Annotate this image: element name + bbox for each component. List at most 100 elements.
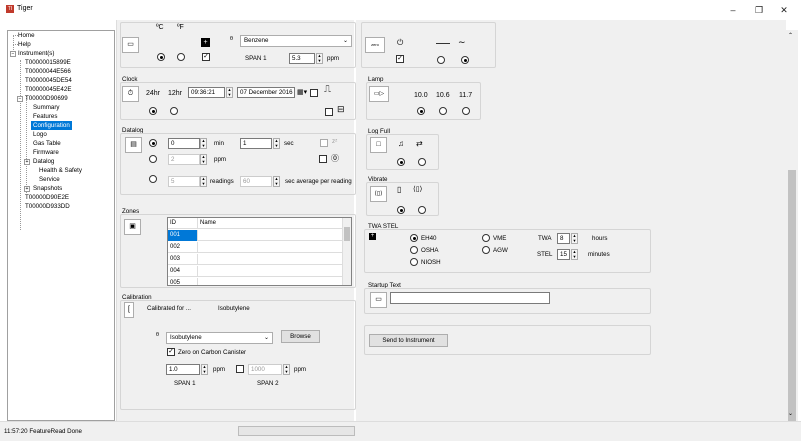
scroll-up-icon[interactable]: ⌃ xyxy=(788,32,793,39)
tree-item-snapshots[interactable]: Snapshots xyxy=(33,184,62,193)
units-icon[interactable]: ▭ xyxy=(122,37,139,53)
tree-item-instrument[interactable]: T00000D90E2E xyxy=(25,193,69,202)
startup-text-input[interactable] xyxy=(390,292,550,304)
zone-id-cell[interactable]: 005 xyxy=(168,278,198,285)
zones-grid[interactable]: ID Name 001 002 003 004 005 xyxy=(167,217,352,286)
zero-checkbox[interactable]: ✓ xyxy=(396,55,404,63)
tree-item-configuration[interactable]: Configuration xyxy=(31,121,72,130)
span2-checkbox[interactable] xyxy=(236,365,244,373)
table-row[interactable]: 004 xyxy=(168,266,351,277)
zone-name-cell[interactable] xyxy=(198,254,343,265)
lamp-10-0-radio[interactable] xyxy=(417,107,425,115)
zones-icon[interactable]: ▣ xyxy=(124,219,141,235)
12hr-radio[interactable] xyxy=(170,107,178,115)
zone-name-cell[interactable] xyxy=(198,242,343,253)
zone-name-cell[interactable] xyxy=(198,230,343,241)
lamp-11-7-radio[interactable] xyxy=(462,107,470,115)
cal-span1-input[interactable]: 1.0 xyxy=(166,364,200,375)
stel-spinner[interactable]: ▲ ▼ xyxy=(571,249,578,260)
tree-item-summary[interactable]: Summary xyxy=(33,103,59,112)
calibration-icon[interactable]: [ xyxy=(124,302,134,318)
twa-spinner[interactable]: ▲ ▼ xyxy=(571,233,578,244)
niosh-radio[interactable] xyxy=(410,258,418,266)
cal-span2-input[interactable]: 1000 xyxy=(248,364,282,375)
tree-item-service[interactable]: Service xyxy=(39,175,60,184)
zone-name-cell[interactable] xyxy=(198,266,343,277)
zones-scrollbar[interactable] xyxy=(342,218,351,285)
zone-id-cell[interactable]: 003 xyxy=(168,254,198,265)
vme-radio[interactable] xyxy=(482,234,490,242)
scroll-down-icon[interactable]: ⌄ xyxy=(788,410,793,417)
tree-item-instrument[interactable]: T00000D933DD xyxy=(25,202,70,211)
time-input[interactable]: 09:36:21 xyxy=(188,87,225,98)
readings-spinner[interactable]: ▲ ▼ xyxy=(200,176,207,187)
logfull-icon[interactable]: □ xyxy=(370,137,387,153)
datalog-ppm-radio[interactable] xyxy=(149,155,157,163)
wave-radio[interactable] xyxy=(461,56,469,64)
tree-item-instrument[interactable]: T00000045E42E xyxy=(25,85,71,94)
tree-item-instruments[interactable]: Instrument(s) xyxy=(18,49,54,58)
celsius-radio[interactable] xyxy=(157,53,165,61)
main-scroll-thumb[interactable] xyxy=(788,170,796,437)
tree-item-datalog[interactable]: Datalog xyxy=(33,157,54,166)
zero-carbon-checkbox[interactable]: ✓ xyxy=(167,348,175,356)
datalog-alarm-checkbox[interactable] xyxy=(319,155,327,163)
vibrate-off-radio[interactable] xyxy=(397,206,405,214)
tree-item-firmware[interactable]: Firmware xyxy=(33,148,59,157)
datalog-min-input[interactable]: 0 xyxy=(168,138,200,149)
table-row[interactable]: 002 xyxy=(168,242,351,253)
tree-item-gas-table[interactable]: Gas Table xyxy=(33,139,61,148)
zone-id-cell[interactable]: 002 xyxy=(168,242,198,253)
date-input[interactable]: 07 December 2016 xyxy=(237,87,295,98)
send-to-instrument-button[interactable]: Send to Instrument xyxy=(369,334,448,347)
instrument-tree[interactable]: Home Help − Instrument(s) T00000015899E … xyxy=(7,30,115,421)
gas-combo[interactable]: Benzene ⌄ xyxy=(240,35,352,47)
logfull-wrap-radio[interactable] xyxy=(418,158,426,166)
datalog-ppm-input[interactable]: 2 xyxy=(168,154,200,165)
datalog-sec-input[interactable]: 1 xyxy=(240,138,272,149)
add-icon[interactable]: + xyxy=(201,38,210,47)
osha-radio[interactable] xyxy=(410,246,418,254)
flat-radio[interactable] xyxy=(437,56,445,64)
agw-radio[interactable] xyxy=(482,246,490,254)
zones-scroll-thumb[interactable] xyxy=(344,227,350,241)
table-row[interactable]: 001 xyxy=(168,230,351,241)
calendar-icon[interactable]: ▦▾ xyxy=(297,88,307,96)
table-row[interactable]: 005 xyxy=(168,278,351,285)
twa-input[interactable]: 8 xyxy=(557,233,570,244)
tree-item-instrument[interactable]: T00000044E566 xyxy=(25,67,71,76)
datalog-min-spinner[interactable]: ▲ ▼ xyxy=(200,138,207,149)
collapse-icon[interactable]: − xyxy=(17,96,23,102)
cal-span2-spinner[interactable]: ▲ ▼ xyxy=(283,364,290,375)
tree-item-health-safety[interactable]: Health & Safety xyxy=(39,166,82,175)
browse-button[interactable]: Browse xyxy=(281,330,320,343)
collapse-icon[interactable]: − xyxy=(10,51,16,57)
minimize-button[interactable]: – xyxy=(722,3,744,17)
zones-col-name[interactable]: Name xyxy=(198,218,343,229)
main-scrollbar[interactable]: ⌃ ⌄ xyxy=(786,30,798,437)
tree-item-instrument[interactable]: T00000015899E xyxy=(25,58,71,67)
maximize-button[interactable]: ❐ xyxy=(748,3,770,17)
zones-col-id[interactable]: ID xyxy=(168,218,198,229)
table-row[interactable]: 003 xyxy=(168,254,351,265)
tree-item-home[interactable]: Home xyxy=(18,31,35,40)
clock-icon[interactable]: ⏱ xyxy=(122,86,139,102)
zero-icon[interactable]: zero xyxy=(365,37,385,53)
zone-id-cell[interactable]: 004 xyxy=(168,266,198,277)
datalog-sec-spinner[interactable]: ▲ ▼ xyxy=(273,138,280,149)
datalog-readings-radio[interactable] xyxy=(149,175,157,183)
datalog-ppm-spinner[interactable]: ▲ ▼ xyxy=(200,154,207,165)
close-button[interactable]: ✕ xyxy=(773,3,795,17)
startup-icon[interactable]: ▭ xyxy=(370,292,387,308)
pc-sync-checkbox[interactable] xyxy=(325,108,333,116)
cal-span1-spinner[interactable]: ▲ ▼ xyxy=(201,364,208,375)
eh40-radio[interactable] xyxy=(410,234,418,242)
tree-item-instrument[interactable]: T00000D90699 xyxy=(25,94,68,103)
logfull-stop-radio[interactable] xyxy=(397,158,405,166)
expand-icon[interactable]: + xyxy=(24,159,30,165)
time-spinner[interactable]: ▲ ▼ xyxy=(226,87,233,98)
span1-spinner[interactable]: ▲ ▼ xyxy=(316,53,323,64)
datalog-icon[interactable]: ▤ xyxy=(125,137,142,153)
fahrenheit-radio[interactable] xyxy=(177,53,185,61)
expand-icon[interactable]: + xyxy=(24,186,30,192)
